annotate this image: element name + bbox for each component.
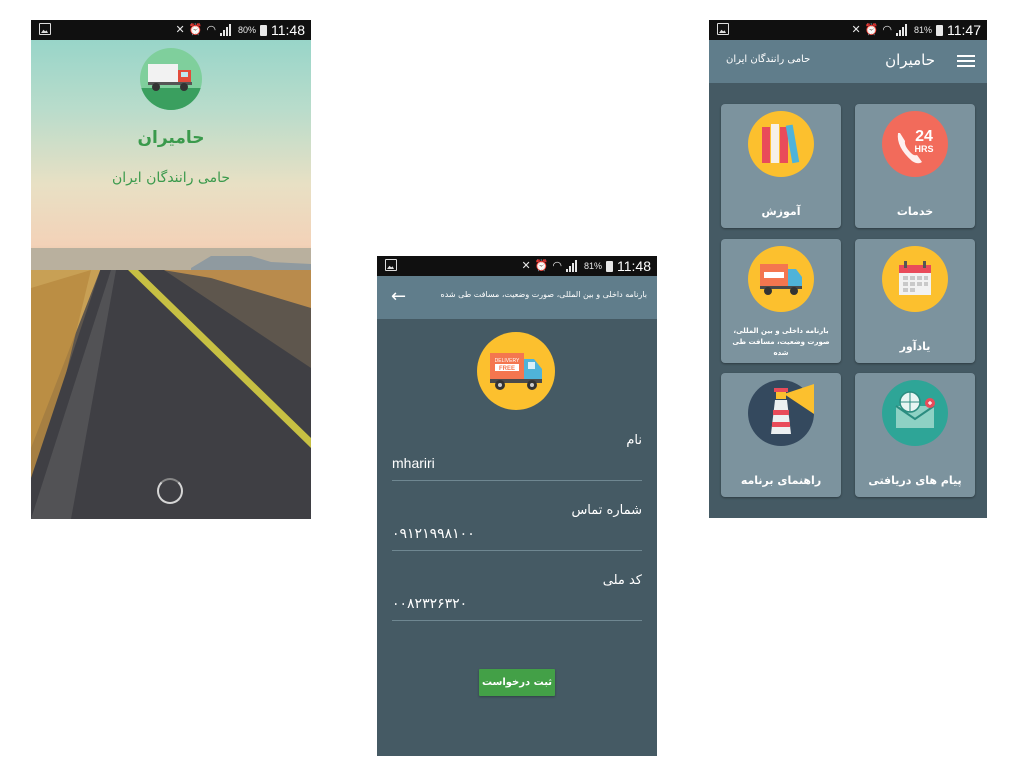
mute-icon: ✕ [851, 24, 861, 36]
app-subtitle: حامی رانندگان ایران [726, 54, 811, 65]
request-form-screen: ✕ ⏰ ◠ 81% 11:48 ← بارنامه داخلی و بین ال… [377, 256, 657, 756]
app-bar: ← بارنامه داخلی و بین المللی، صورت وضعیت… [377, 276, 657, 319]
books-icon [748, 111, 814, 177]
battery-percent: 81% [583, 261, 602, 271]
phone-input[interactable]: ۰۹۱۲۱۹۹۸۱۰۰ [392, 525, 475, 542]
battery-icon [260, 24, 267, 36]
tile-label: پیام های دریافتی [868, 474, 962, 487]
svg-text:FREE: FREE [499, 366, 515, 372]
delivery-truck-icon: DELIVERY FREE [477, 332, 555, 410]
tile-label: خدمات [896, 205, 934, 218]
submit-request-button[interactable]: ثبت درخواست [479, 669, 555, 696]
clock: 11:48 [617, 258, 651, 274]
clock: 11:48 [271, 22, 305, 38]
wifi-icon: ◠ [206, 24, 216, 36]
splash-screen: ✕ ⏰ ◠ 80% 11:48 حامیران حامی رانندگان ای… [31, 20, 311, 519]
tile-label: بارنامه داخلی و بین المللی، صورت وضعیت، … [732, 327, 830, 357]
tile-waybill[interactable]: بارنامه داخلی و بین المللی، صورت وضعیت، … [721, 239, 841, 363]
battery-icon [606, 260, 613, 272]
phone-label: شماره تماس [571, 503, 642, 518]
page-title: بارنامه داخلی و بین المللی، صورت وضعیت، … [440, 290, 647, 299]
status-bar: ✕ ⏰ ◠ 80% 11:48 [31, 20, 311, 40]
truck-logo-icon [140, 48, 202, 110]
battery-percent: 80% [237, 25, 256, 35]
national-id-label: کد ملی [602, 573, 642, 588]
back-arrow-icon[interactable]: ← [391, 287, 406, 307]
app-bar: حامی رانندگان ایران حامیران [709, 40, 987, 83]
divider [392, 550, 642, 551]
delivery-truck-icon [748, 246, 814, 312]
calendar-icon [882, 246, 948, 312]
divider [392, 480, 642, 481]
tile-services[interactable]: 24 HRS خدمات [855, 104, 975, 228]
message-envelope-icon [882, 380, 948, 446]
mute-icon: ✕ [521, 260, 531, 272]
24hrs-phone-icon: 24 HRS [882, 111, 948, 177]
app-subtitle: حامی رانندگان ایران [111, 170, 230, 186]
app-title: حامیران [137, 128, 205, 148]
tile-label: یادآور [899, 340, 931, 353]
svg-text:DELIVERY: DELIVERY [495, 358, 520, 364]
mute-icon: ✕ [175, 24, 185, 36]
signal-icon [219, 24, 234, 36]
name-input[interactable]: mhariri [392, 455, 435, 471]
signal-icon [895, 24, 910, 36]
gallery-notification-icon [717, 23, 729, 35]
tile-label: راهنمای برنامه [740, 474, 822, 487]
tile-education[interactable]: آموزش [721, 104, 841, 228]
gallery-notification-icon [385, 259, 397, 271]
tile-inbox[interactable]: پیام های دریافتی [855, 373, 975, 497]
clock: 11:47 [947, 22, 981, 38]
battery-percent: 81% [913, 25, 932, 35]
alarm-icon: ⏰ [534, 260, 549, 272]
divider [392, 620, 642, 621]
menu-icon[interactable] [957, 55, 975, 68]
app-title: حامیران [885, 51, 935, 69]
icon-text-hrs: HRS [914, 144, 933, 154]
loading-spinner-icon [157, 478, 183, 504]
tile-app-guide[interactable]: راهنمای برنامه [721, 373, 841, 497]
icon-text-24: 24 [915, 128, 933, 145]
alarm-icon: ⏰ [188, 24, 203, 36]
gallery-notification-icon [39, 23, 51, 35]
battery-icon [936, 24, 943, 36]
dashboard-screen: ✕ ⏰ ◠ 81% 11:47 حامی رانندگان ایران حامی… [709, 20, 987, 518]
national-id-input[interactable]: ۰۰۸۲۳۲۶۳۲۰ [392, 595, 467, 612]
lighthouse-icon [748, 380, 814, 446]
status-bar: ✕ ⏰ ◠ 81% 11:48 [377, 256, 657, 276]
tile-reminder[interactable]: یادآور [855, 239, 975, 363]
status-bar: ✕ ⏰ ◠ 81% 11:47 [709, 20, 987, 40]
name-label: نام [626, 433, 642, 448]
tile-label: آموزش [761, 205, 801, 218]
wifi-icon: ◠ [882, 24, 892, 36]
wifi-icon: ◠ [552, 260, 562, 272]
signal-icon [565, 260, 580, 272]
alarm-icon: ⏰ [864, 24, 879, 36]
